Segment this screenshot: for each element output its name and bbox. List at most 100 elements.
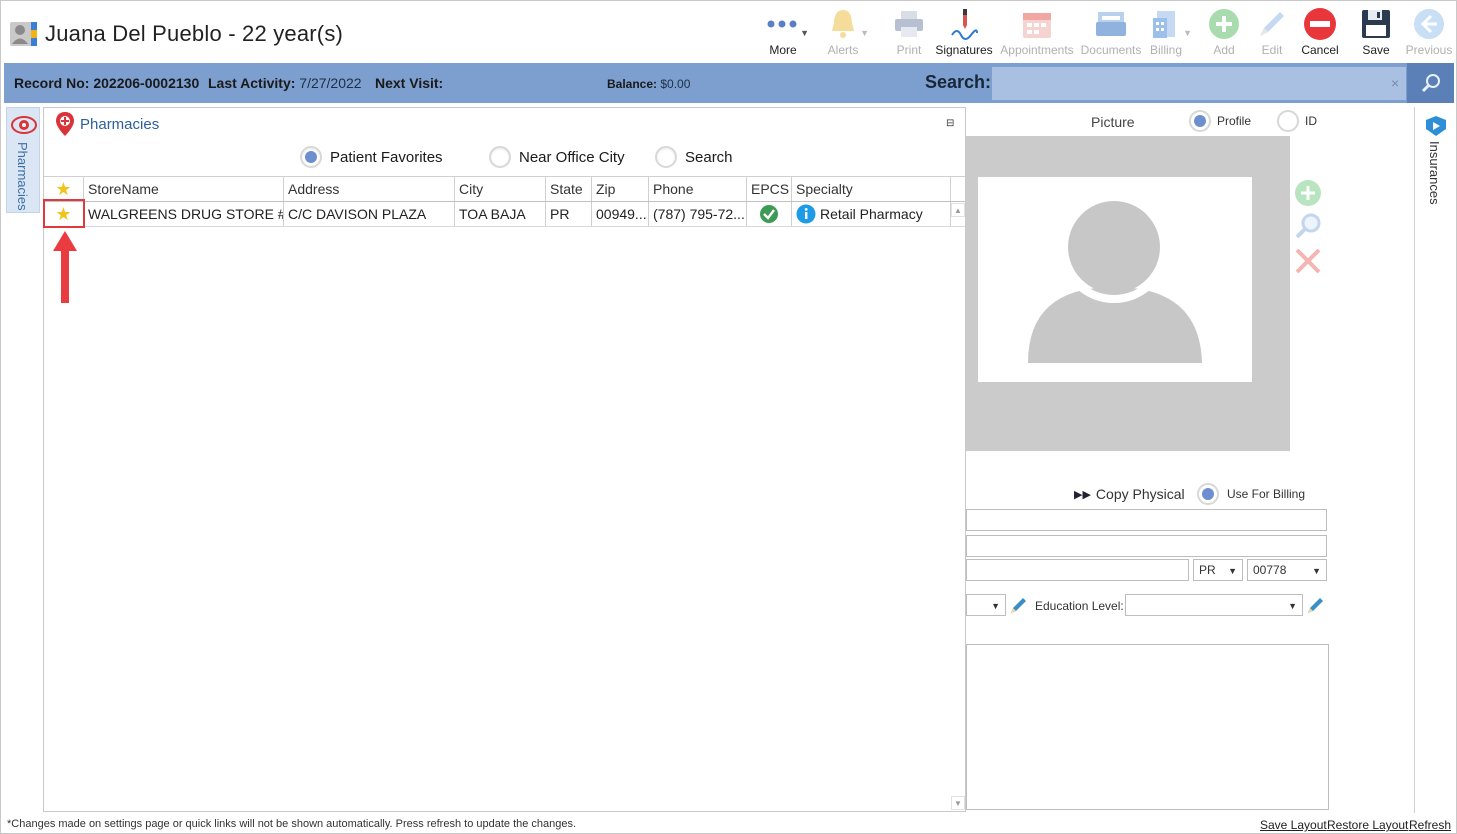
- radio-unselected-icon: [1277, 110, 1299, 132]
- patient-card-icon: [9, 19, 39, 49]
- cancel-button[interactable]: Cancel: [1298, 4, 1342, 62]
- picture-option-id[interactable]: ID: [1277, 110, 1317, 132]
- scroll-down-icon[interactable]: ▼: [951, 796, 965, 810]
- zip-value: 00778: [1253, 563, 1287, 577]
- column-header-epcs[interactable]: EPCS: [747, 177, 792, 201]
- search-icon: [1421, 74, 1440, 93]
- favorite-column-header[interactable]: ★: [44, 177, 84, 201]
- printer-icon: [891, 4, 927, 44]
- billing-button[interactable]: ▼ Billing: [1144, 4, 1192, 62]
- filter-near-office-city[interactable]: Near Office City: [489, 146, 625, 168]
- pharmacies-title: Pharmacies: [80, 116, 160, 133]
- education-level-label: Education Level:: [1035, 599, 1124, 613]
- tab-pharmacies[interactable]: Pharmacies: [6, 107, 40, 213]
- billing-icon: ▼: [1148, 4, 1192, 44]
- delete-photo-button[interactable]: [1293, 246, 1323, 276]
- previous-label: Previous: [1405, 43, 1453, 57]
- more-button[interactable]: ▼ More: [761, 4, 809, 62]
- more-label: More: [769, 43, 797, 57]
- copy-physical-button[interactable]: ▶▶ Copy Physical: [1074, 486, 1185, 502]
- cell-phone: (787) 795-72...: [649, 202, 747, 226]
- chevron-down-icon: ▼: [1183, 28, 1192, 38]
- appointments-button[interactable]: Appointments: [997, 4, 1077, 62]
- address-line2-field[interactable]: [966, 535, 1327, 557]
- magnifier-icon: [1295, 213, 1321, 239]
- documents-button[interactable]: Documents: [1079, 4, 1143, 62]
- tab-insurances-label: Insurances: [1427, 141, 1442, 205]
- double-chevron-right-icon: ▶▶: [1074, 488, 1091, 501]
- cell-address: C/C DAVISON PLAZA: [284, 202, 455, 226]
- use-for-billing-toggle[interactable]: Use For Billing: [1197, 483, 1305, 505]
- table-row[interactable]: ★ WALGREENS DRUG STORE #... C/C DAVISON …: [44, 202, 965, 227]
- patient-info-bar: Record No: 202206-0002130 Last Activity:…: [4, 63, 1454, 103]
- save-label: Save: [1362, 43, 1390, 57]
- column-header-storename[interactable]: StoreName: [84, 177, 284, 201]
- restore-layout-link[interactable]: Restore Layout: [1327, 818, 1408, 832]
- edit-language-button[interactable]: [1009, 595, 1029, 615]
- state-select[interactable]: PR ▼: [1193, 559, 1243, 581]
- edit-education-button[interactable]: [1306, 595, 1326, 615]
- refresh-link[interactable]: Refresh: [1409, 818, 1451, 832]
- zoom-photo-button[interactable]: [1293, 211, 1323, 241]
- signatures-button[interactable]: Signatures: [934, 4, 994, 62]
- filter-near-office-city-label: Near Office City: [519, 148, 625, 166]
- column-header-zip[interactable]: Zip: [592, 177, 649, 201]
- cell-specialty: Retail Pharmacy: [792, 202, 951, 226]
- language-select[interactable]: ▼: [966, 594, 1006, 616]
- previous-button[interactable]: Previous: [1406, 4, 1452, 62]
- filter-search[interactable]: Search: [655, 146, 733, 168]
- avatar-placeholder-icon: [1028, 191, 1202, 363]
- alerts-button[interactable]: ▼ Alerts: [821, 4, 869, 62]
- balance: Balance: $0.00: [607, 77, 690, 91]
- save-layout-link[interactable]: Save Layout: [1260, 818, 1327, 832]
- record-number: Record No: 202206-0002130: [14, 75, 199, 91]
- edit-button[interactable]: Edit: [1250, 4, 1294, 62]
- chevron-down-icon: ▼: [1288, 601, 1297, 611]
- chevron-down-icon: ▼: [991, 601, 1000, 611]
- pin-icon[interactable]: ⊟: [946, 118, 954, 129]
- signature-pen-icon: [946, 4, 982, 44]
- save-button[interactable]: Save: [1354, 4, 1398, 62]
- cell-state: PR: [546, 202, 592, 226]
- filter-search-label: Search: [685, 148, 733, 166]
- pencil-icon: [1308, 598, 1323, 613]
- address-line1-field[interactable]: [966, 509, 1327, 531]
- add-photo-button[interactable]: [1293, 178, 1323, 208]
- column-header-city[interactable]: City: [455, 177, 546, 201]
- info-icon[interactable]: [796, 204, 816, 224]
- last-activity-label: Last Activity:: [208, 75, 296, 91]
- table-header: ★ StoreName Address City State Zip Phone…: [44, 176, 965, 202]
- notes-textarea[interactable]: [966, 644, 1329, 810]
- column-header-state[interactable]: State: [546, 177, 592, 201]
- picture-option-profile[interactable]: Profile: [1189, 110, 1251, 132]
- chevron-down-icon: ▼: [860, 28, 869, 38]
- filter-patient-favorites[interactable]: Patient Favorites: [300, 146, 443, 168]
- star-icon: ★: [55, 178, 72, 199]
- scroll-up-icon[interactable]: ▲: [951, 203, 965, 217]
- radio-selected-icon: [1197, 483, 1219, 505]
- city-field[interactable]: [966, 559, 1189, 581]
- column-header-phone[interactable]: Phone: [649, 177, 747, 201]
- education-level-select[interactable]: ▼: [1125, 594, 1303, 616]
- radio-selected-icon: [1189, 110, 1211, 132]
- column-header-address[interactable]: Address: [284, 177, 455, 201]
- documents-label: Documents: [1080, 43, 1142, 57]
- clear-search-icon[interactable]: ×: [1391, 75, 1399, 91]
- tab-insurances[interactable]: Insurances: [1419, 107, 1453, 207]
- chevron-down-icon: ▼: [1312, 566, 1321, 576]
- check-circle-icon: [760, 205, 778, 223]
- search-button[interactable]: [1407, 63, 1454, 103]
- right-divider: [1414, 107, 1415, 813]
- pencil-icon: [1254, 4, 1290, 44]
- picture-option-id-label: ID: [1305, 114, 1317, 128]
- title-toolbar: Juana Del Pueblo - 22 year(s) ▼ More ▼ A…: [4, 4, 1454, 62]
- print-button[interactable]: Print: [887, 4, 931, 62]
- balance-label: Balance:: [607, 77, 658, 91]
- search-input[interactable]: [992, 67, 1406, 100]
- balance-value: $0.00: [660, 77, 691, 91]
- zip-select[interactable]: 00778 ▼: [1247, 559, 1327, 581]
- pharmacy-location-icon: [11, 114, 37, 139]
- add-button[interactable]: Add: [1202, 4, 1246, 62]
- column-header-specialty[interactable]: Specialty: [792, 177, 951, 201]
- specialty-text: Retail Pharmacy: [820, 206, 923, 222]
